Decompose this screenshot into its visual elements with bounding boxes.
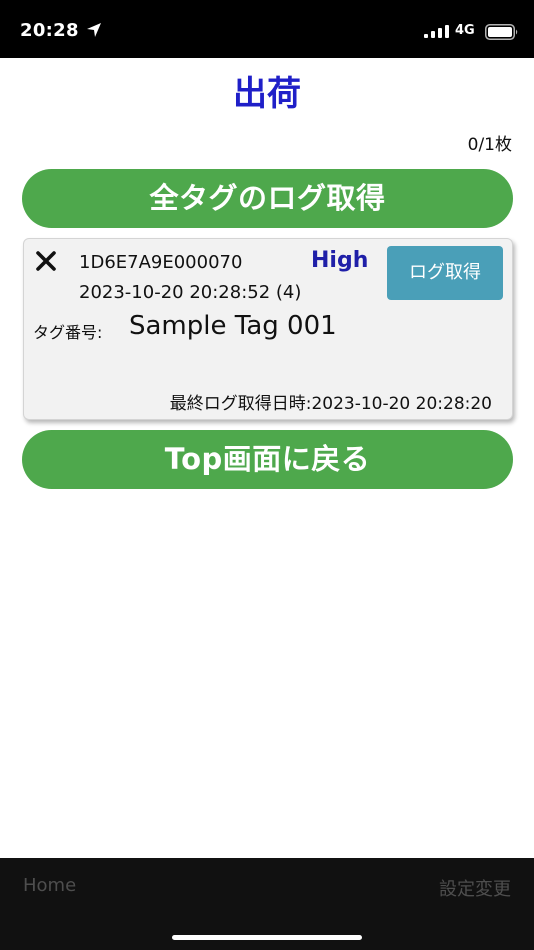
battery-icon <box>485 24 518 40</box>
tag-card: 1D6E7A9E000070 High ログ取得 2023-10-20 20:2… <box>23 238 513 420</box>
tag-number-label: タグ番号: <box>33 323 103 342</box>
signal-bars-icon <box>424 25 449 38</box>
home-indicator[interactable] <box>172 935 362 940</box>
last-log-datetime: 最終ログ取得日時:2023-10-20 20:28:20 <box>169 394 492 414</box>
status-time: 20:28 <box>20 20 79 41</box>
tag-count: 0/1枚 <box>467 135 512 155</box>
network-label: 4G <box>455 23 475 38</box>
location-arrow-icon <box>87 23 101 37</box>
tag-number-value: Sample Tag 001 <box>129 311 337 341</box>
tag-id: 1D6E7A9E000070 <box>79 252 243 273</box>
screen: 20:28 4G 出荷 0/1枚 全タグのログ取得 1D6E7A9E000070… <box>0 0 534 950</box>
nav-settings-button[interactable]: 設定変更 <box>439 875 511 901</box>
page-title: 出荷 <box>233 74 301 114</box>
get-all-logs-button[interactable]: 全タグのログ取得 <box>22 169 513 228</box>
back-to-top-button[interactable]: Top画面に戻る <box>22 430 513 489</box>
bottom-nav-bar: Home 設定変更 <box>0 858 534 950</box>
get-log-button[interactable]: ログ取得 <box>387 246 503 300</box>
status-bar: 20:28 4G <box>0 0 534 58</box>
nav-home-button[interactable]: Home <box>23 875 76 896</box>
tag-datetime: 2023-10-20 20:28:52 (4) <box>79 282 302 303</box>
tag-level: High <box>311 248 369 273</box>
close-icon[interactable] <box>36 251 56 271</box>
